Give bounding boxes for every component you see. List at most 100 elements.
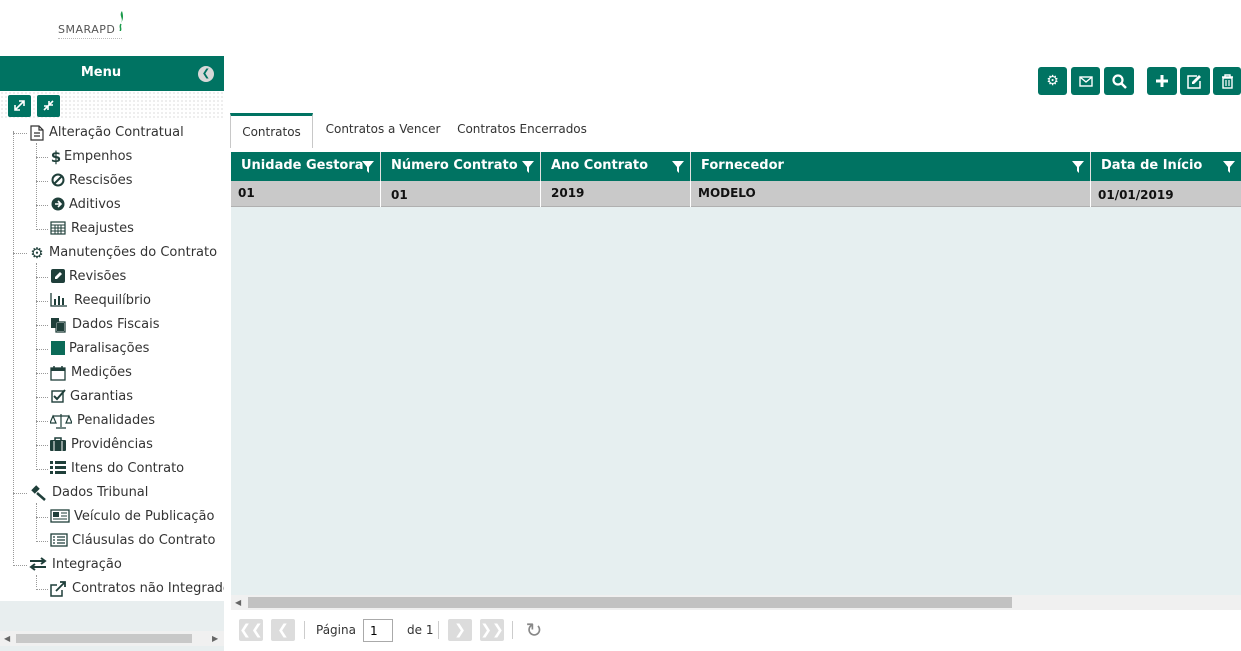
column-header-numero-contrato[interactable]: Número Contrato (381, 152, 541, 181)
column-header-unidade-gestora[interactable]: Unidade Gestora (231, 152, 381, 181)
first-page-button[interactable]: ❮❮ (239, 619, 263, 641)
scrollbar-thumb[interactable] (16, 634, 192, 643)
compress-icon[interactable] (37, 95, 60, 117)
tree-node-alteracao-contratual[interactable]: Alteração Contratual (0, 121, 224, 145)
logo: SMARAPD (58, 11, 128, 42)
tree-connector (13, 565, 27, 566)
tree-node-paralisacoes[interactable]: Paralisações (0, 337, 224, 361)
tree-node-aditivos[interactable]: Aditivos (0, 193, 224, 217)
tree-node-integracao[interactable]: Integração (0, 553, 224, 577)
column-header-data-de-inicio[interactable]: Data de Início (1091, 152, 1241, 181)
column-header-label: Data de Início (1101, 158, 1203, 173)
chevron-left-circle-icon[interactable]: ❮ (198, 66, 214, 82)
filter-icon[interactable] (362, 161, 374, 173)
tree-node-label: Garantias (70, 389, 134, 404)
edit-button[interactable] (1180, 67, 1210, 95)
copy-icon (50, 317, 66, 333)
column-header-label: Fornecedor (701, 158, 784, 173)
grid-header: Unidade Gestora Número Contrato Ano Cont… (231, 152, 1241, 181)
pager-separator (438, 621, 439, 639)
tree-node-label: Contratos não Integrados (72, 581, 224, 596)
scroll-left-icon[interactable]: ◀ (4, 631, 10, 646)
tree-node-garantias[interactable]: Garantias (0, 385, 224, 409)
tree-node-manutencoes-do-contrato[interactable]: ⚙ Manutenções do Contrato (0, 241, 224, 265)
tree-node-label: Medições (71, 365, 132, 380)
envelope-icon (1078, 76, 1093, 87)
tree-node-penalidades[interactable]: Penalidades (0, 409, 224, 433)
table-cell: MODELO (691, 181, 1091, 207)
filter-icon[interactable] (1072, 161, 1084, 173)
tab-contratos-a-vencer[interactable]: Contratos a Vencer (318, 113, 448, 147)
chevron-right-icon: ❯ (454, 622, 466, 638)
gavel-icon (29, 485, 46, 501)
tree-node-empenhos[interactable]: $ Empenhos (0, 145, 224, 169)
grid-scrollbar[interactable]: ◀ (231, 595, 1241, 610)
contracts-grid: Unidade Gestora Número Contrato Ano Cont… (231, 152, 1241, 597)
leaf-icon (119, 11, 124, 31)
gear-icon: ⚙ (1046, 73, 1059, 89)
tree-node-label: Manutenções do Contrato (49, 245, 218, 260)
tree-node-dados-fiscais[interactable]: Dados Fiscais (0, 313, 224, 337)
tree-node-veiculo-de-publicacao[interactable]: Veículo de Publicação (0, 505, 224, 529)
logo-underline (58, 38, 122, 40)
column-header-label: Ano Contrato (551, 158, 649, 173)
prev-page-button[interactable]: ❮ (271, 619, 295, 641)
expand-icon[interactable] (8, 95, 31, 117)
search-button[interactable] (1104, 67, 1134, 95)
arrow-right-circle-icon (50, 197, 66, 213)
filter-icon[interactable] (522, 161, 534, 173)
tree-node-label: Dados Tribunal (52, 485, 149, 500)
edit-icon (1187, 75, 1201, 89)
tree-node-dados-tribunal[interactable]: Dados Tribunal (0, 481, 224, 505)
table-row[interactable]: 01 01 2019 MODELO 01/01/2019 (231, 181, 1241, 207)
tree-node-label: Reajustes (71, 221, 134, 236)
tree-node-itens-do-contrato[interactable]: Itens do Contrato (0, 457, 224, 481)
tab-contratos-encerrados[interactable]: Contratos Encerrados (452, 113, 592, 147)
refresh-button[interactable]: ↻ (523, 619, 545, 641)
menu-tree: Alteração Contratual $ Empenhos Rescisõe… (0, 119, 224, 601)
filter-icon[interactable] (1223, 161, 1235, 173)
add-button[interactable] (1147, 67, 1177, 95)
next-page-button[interactable]: ❯ (448, 619, 472, 641)
balance-scale-icon (49, 413, 73, 429)
tab-contratos[interactable]: Contratos (230, 113, 313, 148)
plus-icon (1156, 75, 1168, 87)
tree-connector (36, 301, 48, 302)
trash-icon (1221, 74, 1233, 89)
page-number-input[interactable] (363, 619, 393, 642)
tree-node-label: Penalidades (77, 413, 156, 428)
scroll-right-icon[interactable]: ▶ (212, 631, 218, 646)
tree-node-label: Itens do Contrato (71, 461, 185, 476)
list-alt-icon (50, 533, 68, 549)
column-header-fornecedor[interactable]: Fornecedor (691, 152, 1091, 181)
sidebar-scrollbar[interactable]: ◀ ▶ (0, 631, 224, 646)
tree-node-contratos-nao-integrados[interactable]: Contratos não Integrados (0, 577, 224, 601)
settings-button[interactable]: ⚙ (1038, 67, 1067, 95)
email-button[interactable] (1071, 67, 1100, 95)
pager: ❮❮ ❮ Página de 1 ❯ ❯❯ ↻ (231, 612, 1241, 651)
tree-node-label: Veículo de Publicação (74, 509, 215, 524)
tree-node-providencias[interactable]: Providências (0, 433, 224, 457)
pager-separator (512, 621, 513, 639)
tree-connector (36, 229, 48, 230)
column-header-ano-contrato[interactable]: Ano Contrato (541, 152, 691, 181)
sidebar: Menu ❮ Alteração Contratual $ Empenhos R… (0, 56, 224, 651)
tab-bar: Contratos Contratos a Vencer Contratos E… (230, 113, 1241, 148)
scroll-left-icon[interactable]: ◀ (235, 595, 241, 610)
tree-connector (36, 589, 48, 590)
check-square-icon (50, 389, 66, 405)
tree-node-label: Empenhos (64, 149, 133, 164)
refresh-icon: ↻ (525, 618, 543, 642)
last-page-button[interactable]: ❯❯ (480, 619, 504, 641)
tree-node-reajustes[interactable]: Reajustes (0, 217, 224, 241)
tree-node-rescisoes[interactable]: Rescisões (0, 169, 224, 193)
scrollbar-thumb[interactable] (248, 597, 1012, 608)
tree-connector (36, 277, 48, 278)
tree-node-revisoes[interactable]: Revisões (0, 265, 224, 289)
filter-icon[interactable] (672, 161, 684, 173)
delete-button[interactable] (1213, 67, 1241, 95)
tree-node-reequilibrio[interactable]: Reequilíbrio (0, 289, 224, 313)
tree-connector (36, 421, 48, 422)
tree-node-clausulas-do-contrato[interactable]: Cláusulas do Contrato (0, 529, 224, 553)
tree-node-medicoes[interactable]: Medições (0, 361, 224, 385)
